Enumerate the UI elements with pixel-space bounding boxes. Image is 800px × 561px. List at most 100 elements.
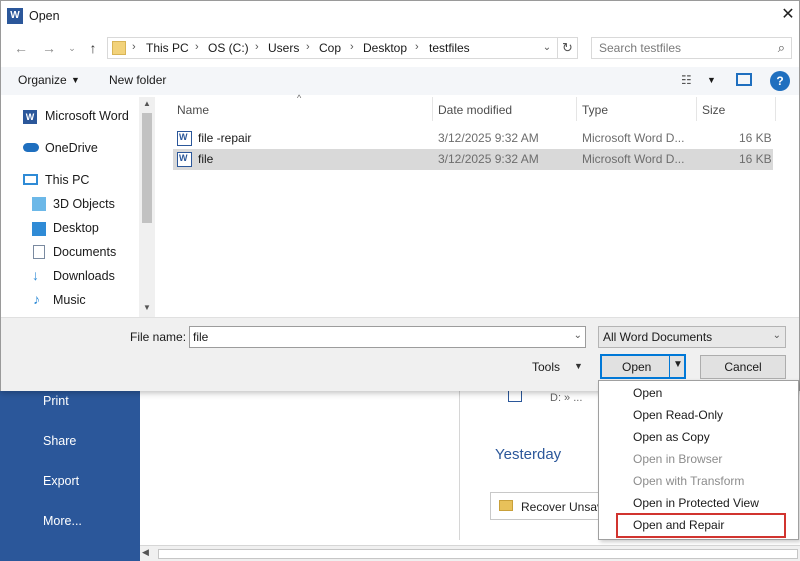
file-name: file — [198, 152, 214, 166]
scroll-left-icon[interactable]: ◀ — [142, 547, 149, 558]
organize-chevron-icon: ▼ — [71, 75, 80, 85]
view-chevron-icon[interactable]: ▼ — [707, 75, 716, 85]
cancel-button-label: Cancel — [724, 360, 762, 374]
nav-item-downloads[interactable]: Downloads — [53, 269, 115, 283]
file-size: 16 KB — [739, 131, 772, 145]
dialog-titlebar: W Open ✕ — [1, 1, 799, 31]
file-row-selected[interactable]: file 3/12/2025 9:32 AM Microsoft Word D.… — [173, 149, 773, 170]
search-input[interactable]: Search testfiles ⌕ — [591, 37, 792, 59]
file-type-filter-value: All Word Documents — [603, 330, 713, 344]
close-icon[interactable]: ✕ — [777, 4, 799, 26]
cloud-icon — [23, 143, 39, 152]
file-name-value: file — [193, 330, 209, 344]
help-icon[interactable]: ? — [770, 71, 790, 91]
column-header-name[interactable]: Name — [177, 103, 209, 117]
open-dialog: W Open ✕ ← → ⌄ ↑ › This PC › OS (C:) › U… — [0, 0, 800, 391]
word-app-icon: W — [7, 8, 23, 24]
breadcrumb-cop[interactable]: Cop — [319, 41, 341, 55]
breadcrumb-os-c[interactable]: OS (C:) — [208, 41, 249, 55]
file-name: file -repair — [198, 131, 252, 145]
menu-item-open-in-browser: Open in Browser — [633, 452, 723, 466]
dialog-title: Open — [29, 9, 60, 23]
navigation-scrollbar[interactable]: ▲ ▼ — [139, 97, 155, 317]
chevron-down-icon: ⌄ — [772, 330, 781, 341]
file-type: Microsoft Word D... — [582, 131, 685, 145]
open-split-button[interactable]: Open ▼ — [600, 354, 686, 379]
download-icon: ↓ — [32, 267, 39, 283]
cube-icon — [32, 197, 46, 211]
scrollbar-thumb[interactable] — [158, 549, 798, 559]
refresh-icon[interactable]: ↻ — [558, 37, 578, 59]
column-header-type[interactable]: Type — [582, 103, 608, 117]
computer-icon — [23, 174, 38, 185]
recent-locations-chevron-icon[interactable]: ⌄ — [62, 37, 82, 59]
recover-unsaved-label: Recover Unsav — [521, 500, 604, 514]
file-type-filter-select[interactable]: All Word Documents ⌄ — [598, 326, 786, 348]
search-placeholder: Search testfiles — [599, 41, 682, 55]
breadcrumb-users[interactable]: Users — [268, 41, 299, 55]
menu-item-open-in-protected-view[interactable]: Open in Protected View — [633, 496, 759, 510]
yesterday-heading: Yesterday — [495, 446, 562, 463]
backstage-nav-share[interactable]: Share — [43, 434, 76, 448]
sort-ascending-icon: ^ — [297, 93, 302, 103]
open-button-label: Open — [622, 360, 652, 374]
open-dropdown-chevron-icon[interactable]: ▼ — [673, 359, 683, 370]
backstage-nav-more[interactable]: More... — [43, 514, 82, 528]
file-date: 3/12/2025 9:32 AM — [438, 131, 539, 145]
cancel-button[interactable]: Cancel — [700, 355, 786, 379]
backstage-nav: Print Share Export More... — [0, 385, 140, 561]
breadcrumb-desktop[interactable]: Desktop — [363, 41, 407, 55]
nav-item-microsoft-word[interactable]: Microsoft Word — [45, 109, 129, 123]
column-header-size[interactable]: Size — [702, 103, 725, 117]
new-folder-button[interactable]: New folder — [109, 73, 166, 87]
scrollbar-thumb[interactable] — [142, 113, 152, 223]
file-name-label: File name: — [130, 330, 187, 344]
breadcrumb-testfiles[interactable]: testfiles — [429, 41, 470, 55]
file-row[interactable]: file -repair 3/12/2025 9:32 AM Microsoft… — [173, 128, 773, 149]
address-dropdown-chevron-icon[interactable]: ⌄ — [538, 41, 556, 55]
view-options-icon[interactable]: ☷ — [681, 73, 692, 87]
file-type: Microsoft Word D... — [582, 152, 685, 166]
scroll-down-icon[interactable]: ▼ — [143, 303, 151, 312]
menu-item-open-with-transform: Open with Transform — [633, 474, 745, 488]
nav-item-onedrive[interactable]: OneDrive — [45, 141, 98, 155]
open-and-repair-highlight — [616, 513, 786, 538]
back-arrow-icon[interactable]: ← — [11, 37, 31, 59]
backstage-nav-print[interactable]: Print — [43, 394, 69, 408]
column-header-date[interactable]: Date modified — [438, 103, 512, 117]
music-icon: ♪ — [33, 291, 40, 307]
tools-button[interactable]: Tools — [532, 360, 560, 374]
nav-item-this-pc[interactable]: This PC — [45, 173, 89, 187]
backstage-horizontal-scrollbar[interactable]: ◀ — [140, 545, 800, 561]
tools-chevron-icon: ▼ — [574, 361, 583, 371]
nav-item-desktop[interactable]: Desktop — [53, 221, 99, 235]
file-name-input[interactable]: file ⌄ — [189, 326, 586, 348]
menu-item-open[interactable]: Open — [633, 386, 662, 400]
nav-item-documents[interactable]: Documents — [53, 245, 116, 259]
word-document-icon — [177, 131, 192, 146]
preview-pane-icon[interactable] — [736, 73, 752, 86]
organize-button[interactable]: Organize — [18, 73, 67, 87]
nav-item-3d-objects[interactable]: 3D Objects — [53, 197, 115, 211]
document-icon — [33, 245, 45, 259]
breadcrumb-this-pc[interactable]: This PC — [146, 41, 189, 55]
backstage-nav-export[interactable]: Export — [43, 474, 79, 488]
chevron-down-icon[interactable]: ⌄ — [574, 330, 582, 341]
menu-item-open-as-copy[interactable]: Open as Copy — [633, 430, 710, 444]
backstage-divider — [459, 390, 460, 540]
scroll-up-icon[interactable]: ▲ — [143, 99, 151, 108]
recover-unsaved-button[interactable]: Recover Unsav — [490, 492, 608, 520]
word-document-icon — [177, 152, 192, 167]
menu-item-open-read-only[interactable]: Open Read-Only — [633, 408, 723, 422]
file-size: 16 KB — [739, 152, 772, 166]
nav-item-music[interactable]: Music — [53, 293, 86, 307]
search-icon: ⌕ — [777, 40, 785, 55]
address-bar[interactable]: › This PC › OS (C:) › Users › Cop › Desk… — [107, 37, 558, 59]
file-date: 3/12/2025 9:32 AM — [438, 152, 539, 166]
folder-icon — [499, 500, 513, 511]
word-icon: W — [23, 110, 37, 124]
up-arrow-icon[interactable]: ↑ — [83, 37, 103, 59]
recent-doc-path: D: » ... — [550, 392, 583, 404]
folder-icon — [112, 41, 126, 55]
forward-arrow-icon[interactable]: → — [39, 37, 59, 59]
